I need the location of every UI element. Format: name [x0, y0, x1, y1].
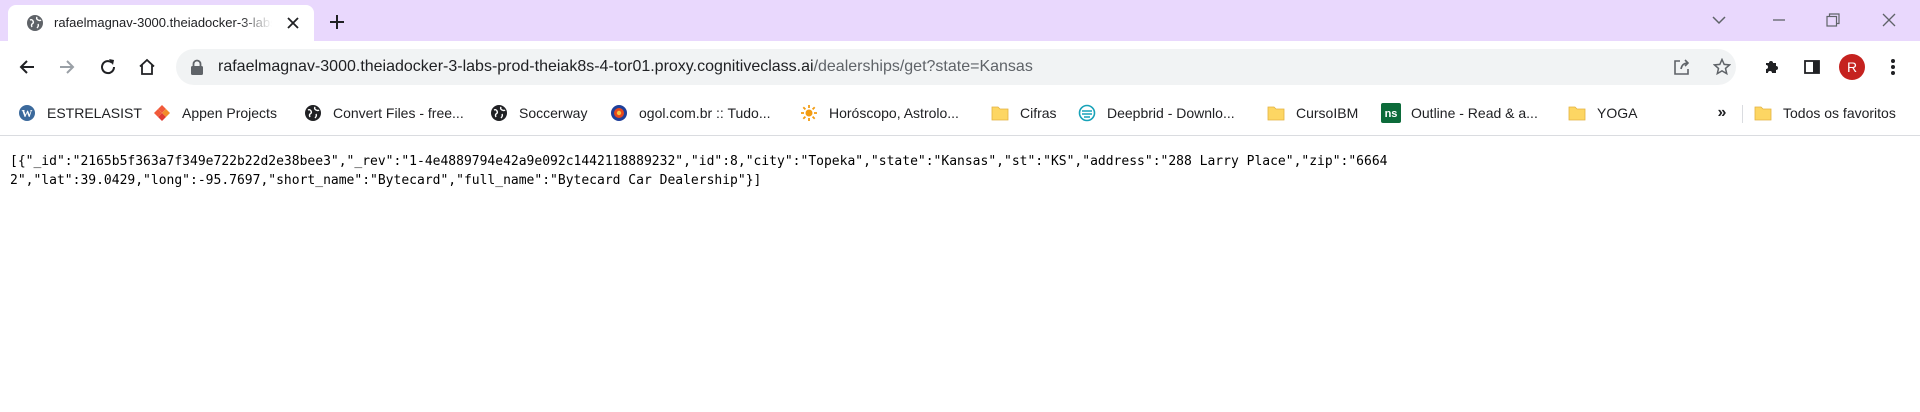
json-response-text: [{"_id":"2165b5f363a7f349e722b22d2e38bee… — [10, 154, 1388, 188]
bookmark-label: Outline - Read & a... — [1411, 105, 1538, 121]
bookmark-estrelasist[interactable]: W ESTRELASIST — [17, 103, 142, 123]
bookmark-yoga[interactable]: YOGA — [1567, 103, 1637, 123]
browser-tab[interactable]: rafaelmagnav-3000.theiadocker-3-labs-pro… — [8, 5, 314, 41]
side-panel-icon[interactable] — [1798, 53, 1826, 81]
bookmark-convert-files[interactable]: Convert Files - free... — [303, 103, 464, 123]
bookmarks-more-button[interactable]: » — [1712, 103, 1732, 123]
url-host: rafaelmagnav-3000.theiadocker-3-labs-pro… — [218, 58, 814, 75]
back-arrow-icon[interactable] — [13, 53, 41, 81]
svg-text:W: W — [22, 108, 33, 120]
bookmarks-divider — [1742, 105, 1743, 123]
reload-icon[interactable] — [94, 53, 122, 81]
bookmark-label: Appen Projects — [182, 105, 277, 121]
folder-icon — [990, 103, 1010, 123]
lock-icon[interactable] — [190, 59, 204, 75]
more-menu-icon[interactable] — [1879, 53, 1907, 81]
bookmark-cifras[interactable]: Cifras — [990, 103, 1057, 123]
bookmark-label: ogol.com.br :: Tudo... — [639, 105, 771, 121]
bookmark-label: YOGA — [1597, 105, 1638, 121]
bookmark-label: Todos os favoritos — [1783, 105, 1896, 121]
puzzle-icon[interactable] — [1758, 53, 1786, 81]
bookmark-label: Horóscopo, Astrolo... — [829, 105, 959, 121]
bookmark-horoscopo[interactable]: Horóscopo, Astrolo... — [799, 103, 959, 123]
star-icon[interactable] — [1712, 57, 1732, 77]
appen-icon — [152, 103, 172, 123]
bookmark-deepbrid[interactable]: Deepbrid - Downlo... — [1077, 103, 1235, 123]
ogol-icon — [609, 103, 629, 123]
folder-icon — [1266, 103, 1286, 123]
bookmark-label: Convert Files - free... — [333, 105, 464, 121]
globe-icon — [26, 14, 44, 32]
bookmark-outline[interactable]: ns Outline - Read & a... — [1381, 103, 1538, 123]
wordpress-icon: W — [17, 103, 37, 123]
bookmark-ogol[interactable]: ogol.com.br :: Tudo... — [609, 103, 771, 123]
close-tab-icon[interactable] — [284, 14, 302, 32]
bookmark-appen-projects[interactable]: Appen Projects — [152, 103, 277, 123]
ns-icon: ns — [1381, 103, 1401, 123]
deepbrid-icon — [1077, 103, 1097, 123]
bookmark-label: ESTRELASIST — [47, 105, 142, 121]
folder-icon — [1567, 103, 1587, 123]
url-text[interactable]: rafaelmagnav-3000.theiadocker-3-labs-pro… — [218, 58, 1033, 76]
minimize-icon[interactable] — [1768, 9, 1790, 31]
svg-text:ns: ns — [1385, 108, 1398, 120]
tab-title: rafaelmagnav-3000.theiadocker-3-labs-pro… — [54, 15, 272, 30]
bookmark-soccerway[interactable]: Soccerway — [489, 103, 587, 123]
sun-icon — [799, 103, 819, 123]
restore-icon[interactable] — [1822, 9, 1844, 31]
bookmark-label: CursoIBM — [1296, 105, 1359, 121]
all-bookmarks-folder[interactable]: Todos os favoritos — [1753, 103, 1896, 123]
tab-search-icon[interactable] — [1708, 9, 1730, 31]
browser-toolbar: rafaelmagnav-3000.theiadocker-3-labs-pro… — [0, 41, 1920, 93]
close-window-icon[interactable] — [1878, 9, 1900, 31]
bookmark-label: Soccerway — [519, 105, 588, 121]
address-bar[interactable]: rafaelmagnav-3000.theiadocker-3-labs-pro… — [176, 49, 1736, 85]
globe-icon — [489, 103, 509, 123]
share-icon[interactable] — [1672, 57, 1692, 77]
bookmarks-bar: W ESTRELASIST Appen Projects Convert Fil… — [0, 93, 1920, 136]
globe-icon — [303, 103, 323, 123]
bookmark-cursoibm[interactable]: CursoIBM — [1266, 103, 1358, 123]
forward-arrow-icon[interactable] — [53, 53, 81, 81]
bookmark-label: Deepbrid - Downlo... — [1107, 105, 1235, 121]
home-icon[interactable] — [133, 53, 161, 81]
tab-strip: rafaelmagnav-3000.theiadocker-3-labs-pro… — [0, 0, 1920, 41]
url-path: /dealerships/get?state=Kansas — [813, 58, 1033, 75]
profile-avatar[interactable]: R — [1839, 54, 1865, 80]
new-tab-button[interactable] — [326, 11, 348, 33]
folder-icon — [1753, 103, 1773, 123]
bookmark-label: Cifras — [1020, 105, 1057, 121]
